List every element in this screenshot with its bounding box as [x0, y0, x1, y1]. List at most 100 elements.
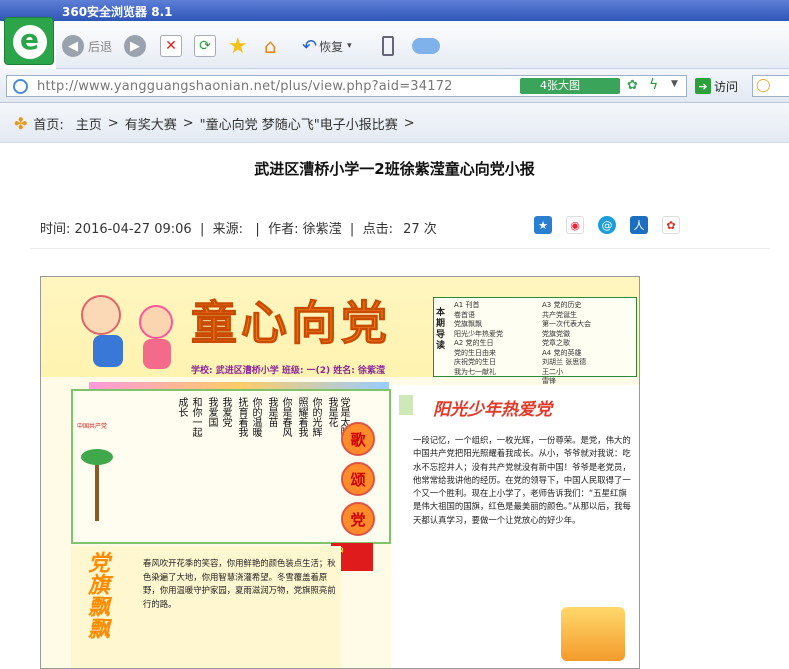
poster-text-line: 你的光辉 — [310, 397, 321, 437]
girl-illustration-icon — [139, 305, 173, 339]
breadcrumb-bar: ✤ 首页: 主页 > 有奖大赛 > "童心向党 梦随心飞"电子小报比赛 > — [0, 103, 789, 143]
girl-body-icon — [143, 339, 171, 369]
poster-text-line: 颂 — [341, 462, 375, 496]
poster-text-line: 成长 — [176, 397, 187, 417]
phone-icon — [382, 36, 394, 56]
back-button[interactable]: ◀ 后退 — [62, 33, 112, 59]
renren-share-icon[interactable]: 人 — [630, 216, 648, 234]
address-bar: http://www.yangguangshaonian.net/plus/vi… — [0, 69, 789, 103]
clicks-value: 27 次 — [403, 222, 437, 237]
children-illustration-icon — [561, 607, 625, 661]
poster-text-line: 卷首语 — [454, 310, 475, 319]
weibo-share-icon[interactable]: ◉ — [566, 216, 584, 234]
search-engine-icon: ◯ — [756, 78, 771, 93]
poster-text-line: 党旗党徽 — [542, 329, 570, 338]
browser-logo-icon[interactable]: e — [4, 17, 54, 65]
poster-text-line: 王二小 — [542, 367, 563, 376]
praise-party-badges: 歌 颂 党 — [341, 422, 377, 540]
undo-icon: ↶ — [302, 35, 318, 57]
home-flower-icon: ✤ — [14, 114, 28, 133]
poster-text-line: 你是春风 — [280, 397, 291, 437]
breadcrumb-link-contests[interactable]: 有奖大赛 — [125, 114, 177, 133]
forward-button[interactable]: ▶ — [124, 33, 146, 59]
refresh-button[interactable]: ⟳ — [194, 33, 216, 59]
poster-text-line: 歌 — [341, 422, 375, 456]
big-image-button[interactable]: 4张大图 — [520, 78, 620, 94]
divider — [30, 248, 770, 249]
sun-article-title: 阳光少年热爱党 — [433, 400, 552, 420]
poster-text-line: 和你一起 — [190, 397, 201, 437]
home-button[interactable]: ⌂ — [264, 33, 277, 59]
breadcrumb-separator: > — [403, 116, 415, 131]
mobile-button[interactable] — [382, 33, 394, 59]
restore-label: 恢复 — [319, 39, 344, 54]
window-titlebar: 360安全浏览器 8.1 — [0, 0, 789, 21]
breadcrumb-link-contest[interactable]: "童心向党 梦随心飞"电子小报比赛 — [200, 114, 398, 133]
lightning-icon[interactable]: ϟ — [649, 77, 658, 93]
window-title: 360安全浏览器 8.1 — [62, 5, 173, 19]
poster-text-line: 我爱国 — [206, 397, 217, 427]
poster-text-line: 我是苗 — [266, 397, 277, 427]
globe-icon — [13, 79, 28, 94]
poster-text-line: 我为七一献礼 — [454, 367, 496, 376]
flag-article-text: 春风吹开花季的笑容，你用鲜艳的颜色装点生活；秋色染遍了大地，你用智慧浇灌希望。冬… — [143, 558, 336, 609]
poster-title: 童心向党 — [191, 296, 391, 351]
boy-body-icon — [93, 335, 123, 367]
source-label: 来源: — [212, 222, 244, 237]
page-title: 武进区漕桥小学一2班徐紫滢童心向党小报 — [254, 160, 535, 178]
kaixin-share-icon[interactable]: ✿ — [662, 216, 680, 234]
go-label: 访问 — [714, 79, 739, 94]
boy-illustration-icon — [81, 295, 121, 335]
back-arrow-icon: ◀ — [62, 35, 84, 57]
refresh-icon: ⟳ — [194, 35, 216, 57]
article-meta: 时间: 2016-04-27 09:06 | 来源: | 作者: 徐紫滢 | 点… — [40, 222, 437, 237]
chevron-down-icon: ▾ — [347, 41, 352, 51]
poster-text-line: 阳光少年热爱党 — [454, 329, 503, 338]
breadcrumb-prefix: 首页: — [33, 118, 64, 133]
poster-guide-box: 本期导读 A1 刊首 卷首语 党旗飘飘 阳光少年热爱党 A2 党的生日 党的生日由来 … — [433, 297, 637, 385]
search-input[interactable]: ◯ — [752, 75, 789, 97]
guide-column-1: A1 刊首 卷首语 党旗飘飘 阳光少年热爱党 A2 党的生日 党的生日由来 庆祝党的生… — [454, 301, 503, 377]
poster-text-line: A4 党的英雄 — [542, 348, 582, 357]
poster-text-line: 党的生日由来 — [454, 348, 496, 357]
back-label: 后退 — [88, 39, 113, 54]
url-text: http://www.yangguangshaonian.net/plus/vi… — [37, 79, 453, 94]
poster-text-line: 庆祝党的生日 — [454, 358, 496, 366]
side-label: 中国共产党 — [77, 423, 108, 430]
stop-button[interactable]: ✕ — [160, 33, 182, 59]
cloud-icon — [412, 38, 440, 54]
clicks-label: 点击: — [362, 222, 393, 237]
go-button[interactable]: ➔ 访问 — [695, 75, 738, 97]
poster-text-line: A3 党的历史 — [542, 301, 582, 309]
forward-arrow-icon: ▶ — [124, 35, 146, 57]
breadcrumb-link-home[interactable]: 主页 — [76, 114, 102, 133]
url-dropdown-icon[interactable]: ▼ — [671, 79, 678, 89]
tencent-weibo-share-icon[interactable]: @ — [598, 216, 616, 234]
go-arrow-icon: ➔ — [695, 78, 711, 94]
poster-text-line: A1 刊首 — [454, 301, 480, 309]
sun-article-text: 一段记忆，一个组织，一枚光辉，一份尊荣。是党，伟大的中国共产党把阳光照耀着我成长… — [413, 435, 631, 525]
poster-text-line: 第一次代表大会 — [542, 320, 591, 328]
newspaper-poster-image: 童心向党 学校: 武进区漕桥小学 班级: 一(2) 姓名: 徐紫滢 本期导读 A… — [40, 276, 640, 669]
poster-text-line: 党 — [341, 502, 375, 536]
breadcrumb-separator: > — [107, 116, 119, 131]
poster-text-line: 我是花 — [326, 397, 337, 427]
palm-tree-icon — [79, 441, 115, 521]
url-input[interactable]: http://www.yangguangshaonian.net/plus/vi… — [6, 75, 687, 97]
star-icon: ★ — [228, 33, 248, 59]
gear-icon[interactable]: ✿ — [627, 78, 638, 93]
author-value: 徐紫滢 — [302, 222, 342, 237]
poster-text-line: 抚育着我 — [236, 397, 247, 437]
restore-button[interactable]: ↶ 恢复 ▾ — [302, 33, 352, 59]
big-image-label: 4张大图 — [540, 79, 580, 92]
browser-toolbar: ◀ 后退 ▶ ✕ ⟳ ★ ⌂ ↶ 恢复 ▾ — [56, 21, 789, 69]
poster-text-line: 你的温暖 — [250, 397, 261, 437]
cloud-button[interactable] — [412, 33, 440, 59]
stop-icon: ✕ — [160, 35, 182, 57]
qzone-share-icon[interactable]: ★ — [534, 216, 552, 234]
breadcrumb: ✤ 首页: 主页 > 有奖大赛 > "童心向党 梦随心飞"电子小报比赛 > — [14, 114, 415, 133]
favorites-button[interactable]: ★ — [228, 33, 248, 59]
poster-school-line: 学校: 武进区漕桥小学 班级: 一(2) 姓名: 徐紫滢 — [191, 366, 385, 376]
poster-text-line: 我爱党 — [220, 397, 231, 427]
share-buttons: ★ ◉ @ 人 ✿ — [534, 216, 680, 234]
